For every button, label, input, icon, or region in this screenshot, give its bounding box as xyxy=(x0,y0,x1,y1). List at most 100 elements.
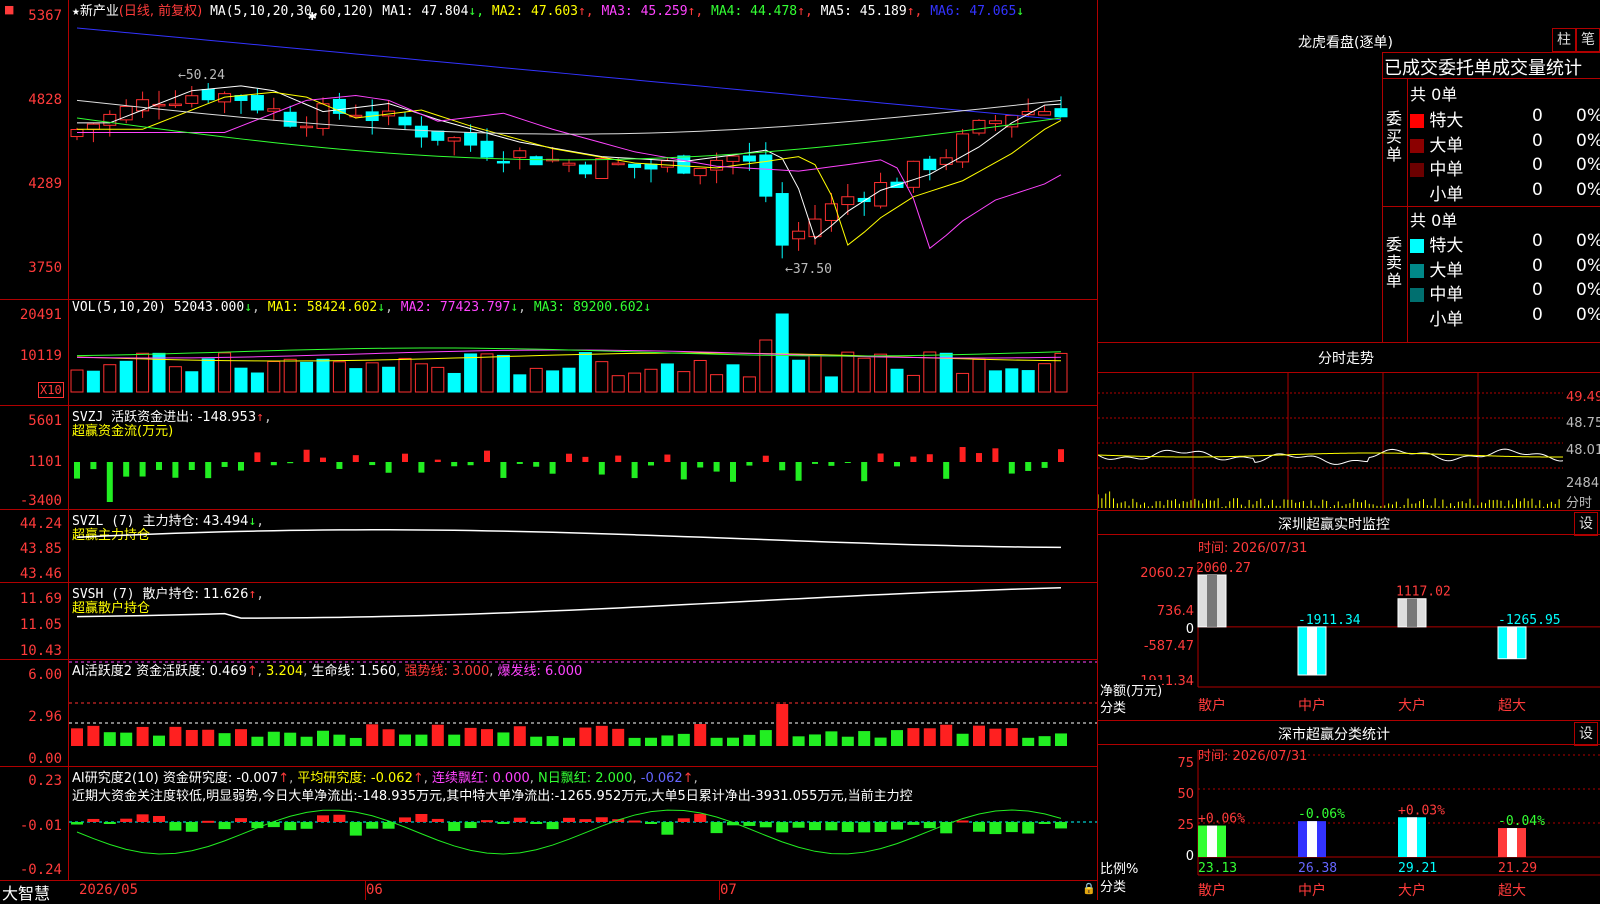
lock-icon[interactable]: 🔒 xyxy=(1082,882,1096,895)
candle xyxy=(595,157,609,180)
research-bar xyxy=(989,822,1002,835)
buy-orders-label: 委买单 xyxy=(1386,109,1403,164)
activity-bar xyxy=(956,733,969,746)
stats-bar-chart[interactable]: +0.06% 23.13 散户 -0.06% 26.38 中户 +0.03% 29.21 大户 -… xyxy=(1098,745,1600,900)
retail-holding-chart[interactable] xyxy=(69,583,1097,659)
category-count: 0 xyxy=(1532,130,1543,151)
activity-bar xyxy=(973,725,985,746)
activity-bar xyxy=(874,737,887,746)
candle xyxy=(808,218,822,238)
buy-row: 大单 0 0% xyxy=(1410,131,1600,156)
volume-bar xyxy=(857,357,871,393)
ai2-continuous-red: 连续飘红: 0.000 xyxy=(432,771,530,786)
research-bar xyxy=(284,822,297,831)
fund-flow-bar xyxy=(106,462,113,502)
activity-bar xyxy=(907,728,920,746)
volume-bar xyxy=(644,368,658,393)
category-name: 特大 xyxy=(1429,236,1464,256)
activity-bar xyxy=(1038,736,1051,746)
fund-flow-bar xyxy=(680,462,687,480)
activity-bar xyxy=(858,731,871,746)
candle xyxy=(775,193,789,246)
main-holding-chart[interactable] xyxy=(69,510,1097,582)
activity-bar xyxy=(497,732,510,746)
research-bar xyxy=(399,817,411,822)
activity-bar xyxy=(153,735,165,746)
activity-bar xyxy=(759,730,772,746)
candle xyxy=(742,155,756,162)
monitor-bar-value: -1265.95 xyxy=(1498,613,1561,628)
research-bar xyxy=(1055,822,1067,829)
volume-bar xyxy=(792,359,806,393)
bar-mode-button[interactable]: 柱 xyxy=(1552,28,1576,52)
activity-bar xyxy=(563,737,575,746)
research-line xyxy=(76,809,1062,855)
monitor-bar-value: -1911.34 xyxy=(1298,613,1361,628)
candle xyxy=(792,230,806,240)
candle xyxy=(431,130,445,141)
research-bar xyxy=(153,815,165,822)
category-swatch xyxy=(1410,239,1424,253)
volume-bar xyxy=(956,372,970,393)
brand-logo[interactable]: 大智慧 xyxy=(2,880,50,904)
fund-flow-bar xyxy=(303,449,310,462)
activity-bar xyxy=(792,736,805,746)
candlestick-chart[interactable] xyxy=(69,14,1097,299)
intraday-chart[interactable] xyxy=(1098,373,1563,508)
category-swatch xyxy=(1410,163,1424,177)
research-bar xyxy=(497,822,510,824)
fund-flow-bar xyxy=(779,462,786,471)
stats-settings-button[interactable]: 设 xyxy=(1574,722,1598,746)
monitor-bar-highlight xyxy=(1307,626,1317,675)
activity-bar xyxy=(300,736,313,746)
stats-category: 超大 xyxy=(1498,883,1526,899)
volume-bar xyxy=(595,361,609,393)
candle xyxy=(1054,108,1068,118)
monitor-bar-chart[interactable]: 2060.27 散户 -1911.34 中户 1117.02 大户 -1265.95 超大 xyxy=(1098,535,1600,720)
fund-flow-bar xyxy=(434,459,441,462)
fund-flow-bar xyxy=(221,462,228,467)
candle xyxy=(70,129,84,138)
candle xyxy=(841,196,855,206)
volume-bar xyxy=(726,364,740,393)
fund-flow-chart[interactable] xyxy=(69,406,1097,509)
monitor-settings-button[interactable]: 设 xyxy=(1574,512,1598,536)
fund-flow-bar xyxy=(828,462,835,466)
volume-bar xyxy=(414,363,428,393)
ai1-axis-tick: 2.96 xyxy=(28,709,62,725)
sell-row: 大单 0 0% xyxy=(1410,256,1600,281)
volume-bar xyxy=(398,357,412,393)
activity-bar xyxy=(513,726,526,746)
category-percent: 0% xyxy=(1576,255,1600,276)
stats-bar-highlight xyxy=(1507,828,1517,857)
ai2-title[interactable]: AI研究度2(10) xyxy=(72,771,159,786)
intraday-axis-tick: 分时 xyxy=(1566,496,1593,511)
volume-chart[interactable] xyxy=(69,312,1097,405)
sell-row: 中单 0 0% xyxy=(1410,280,1600,305)
activity-bar xyxy=(989,728,1002,746)
tick-mode-button[interactable]: 笔 xyxy=(1576,28,1600,52)
buy-row: 特大 0 0% xyxy=(1410,106,1600,131)
candle xyxy=(1038,111,1052,116)
activity-bar xyxy=(415,734,428,746)
candle xyxy=(677,155,691,174)
order-stats-header: 已成交委托单成交量统计 xyxy=(1384,58,1582,79)
fund-flow-bar xyxy=(418,462,425,473)
candle xyxy=(923,158,937,171)
volume-bar xyxy=(677,371,691,393)
category-swatch xyxy=(1410,288,1424,302)
category-name: 大单 xyxy=(1429,135,1464,156)
candle xyxy=(168,103,182,107)
svzj-axis-tick: 1101 xyxy=(28,454,62,470)
category-swatch xyxy=(1410,312,1424,327)
chart-area[interactable]: ■ ★新产业(日线, 前复权) MA(5,10,20,30,60,120) MA… xyxy=(0,0,1098,903)
volume-bar xyxy=(1005,368,1019,393)
fund-flow-bar xyxy=(156,462,162,470)
category-swatch xyxy=(1410,187,1424,202)
fund-flow-bar xyxy=(172,462,179,478)
fund-flow-bar xyxy=(1025,462,1032,471)
ai-research-chart[interactable] xyxy=(69,802,1097,880)
fund-flow-bar xyxy=(943,462,950,479)
ai-activity-chart[interactable] xyxy=(69,660,1097,766)
candle xyxy=(201,88,215,101)
